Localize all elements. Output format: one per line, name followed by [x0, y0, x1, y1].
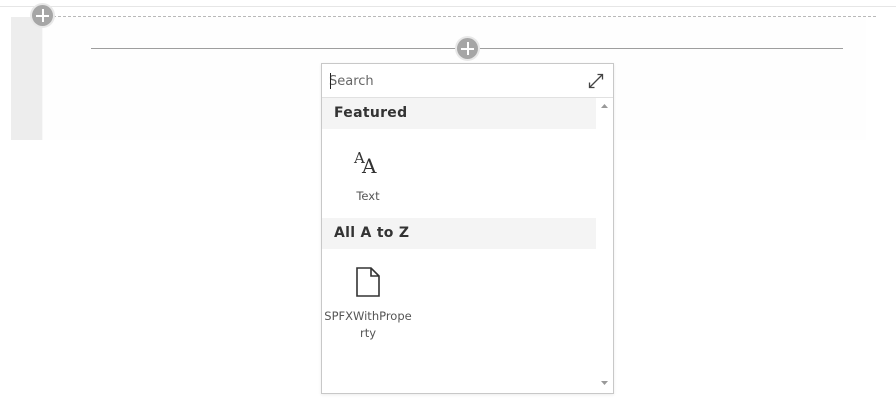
add-section-plus-icon[interactable] [32, 5, 53, 26]
scroll-down-arrow-icon[interactable] [600, 379, 609, 387]
toolbox-search-row [322, 64, 613, 98]
add-webpart-plus-icon[interactable] [457, 38, 478, 59]
group-title: Featured [334, 105, 408, 121]
group-header-featured: Featured [322, 98, 596, 129]
webpart-tile-spfxwithproperty[interactable]: SPFXWithProperty [322, 258, 414, 344]
group-header-all-a-to-z: All A to Z [322, 218, 596, 249]
svg-text:A: A [361, 154, 377, 178]
toolbox-list: Featured A A Text All A to Z SPFXWithPro… [322, 98, 596, 393]
expand-icon[interactable] [587, 72, 605, 90]
group-title: All A to Z [334, 225, 410, 241]
toolbox-scrollbar[interactable] [596, 98, 613, 393]
webpart-toolbox-panel: Featured A A Text All A to Z SPFXWithPro… [321, 63, 614, 394]
text-icon: A A [353, 149, 377, 178]
tile-label: SPFXWithProperty [324, 309, 412, 340]
scroll-up-arrow-icon[interactable] [600, 102, 609, 110]
section-toolbar-strip [11, 17, 42, 140]
section-boundary-line [43, 16, 876, 17]
tile-label: Text [356, 189, 380, 203]
webpart-tile-text[interactable]: A A Text [322, 138, 414, 224]
text-cursor [330, 73, 331, 89]
toolbox-search-input[interactable] [329, 70, 579, 92]
document-icon [356, 267, 380, 297]
page-top-divider [0, 6, 896, 7]
